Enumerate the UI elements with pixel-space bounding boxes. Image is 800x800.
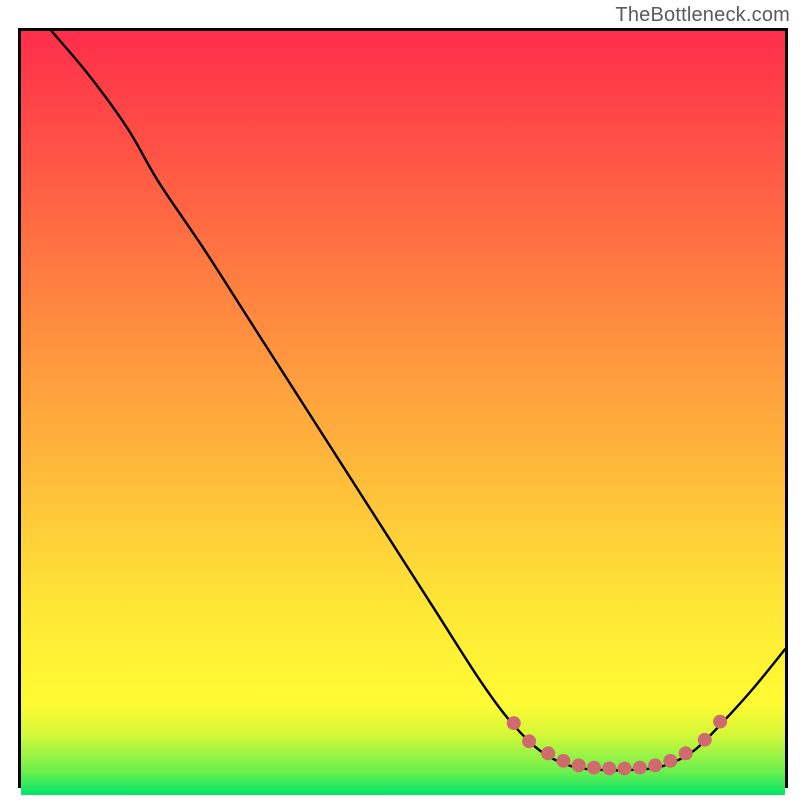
optimal-dot — [507, 716, 521, 730]
optimal-dot — [713, 715, 727, 729]
optimal-dot — [618, 762, 632, 776]
optimal-dot — [602, 762, 616, 776]
watermark-text: TheBottleneck.com — [615, 4, 790, 27]
optimal-dot — [679, 746, 693, 760]
curve-layer — [21, 31, 785, 785]
optimal-dot — [698, 733, 712, 747]
optimal-dot — [633, 761, 647, 775]
optimal-dot — [587, 761, 601, 775]
optimal-dot — [522, 734, 536, 748]
optimal-dot — [663, 754, 677, 768]
plot-area — [18, 28, 788, 788]
optimal-range-dots — [507, 715, 727, 776]
optimal-dot — [572, 758, 586, 772]
optimal-dot — [541, 746, 555, 760]
optimal-dot — [556, 754, 570, 768]
bottleneck-curve — [52, 31, 785, 770]
optimal-dot — [648, 758, 662, 772]
